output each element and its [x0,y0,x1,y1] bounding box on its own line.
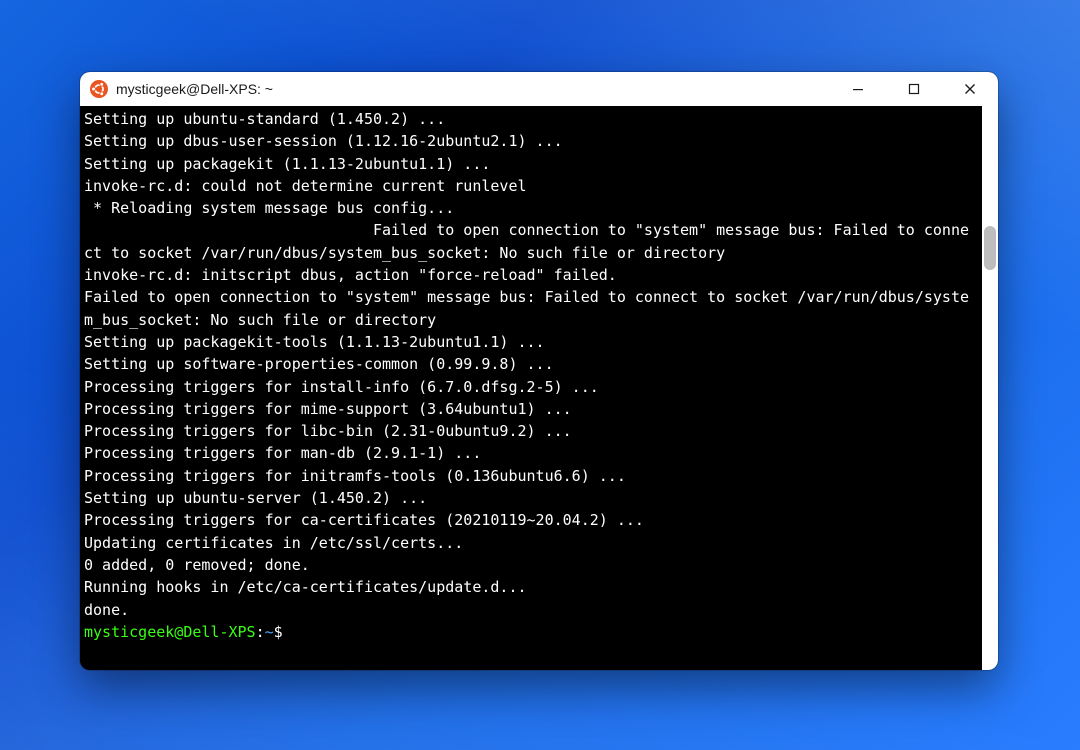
terminal-output[interactable]: Setting up ubuntu-standard (1.450.2) ...… [80,106,982,670]
window-titlebar[interactable]: mysticgeek@Dell-XPS: ~ [80,72,998,106]
prompt-line[interactable]: mysticgeek@Dell-XPS:~$ [84,621,978,643]
close-icon [964,83,976,95]
prompt-user-host: mysticgeek@Dell-XPS [84,623,256,641]
prompt-path: ~ [265,623,274,641]
window-title: mysticgeek@Dell-XPS: ~ [116,81,273,97]
desktop-background: mysticgeek@Dell-XPS: ~ [0,0,1080,750]
titlebar-left: mysticgeek@Dell-XPS: ~ [80,80,830,98]
prompt-separator: : [256,623,265,641]
maximize-button[interactable] [886,72,942,106]
terminal-window: mysticgeek@Dell-XPS: ~ [80,72,998,670]
minimize-icon [852,83,864,95]
window-controls [830,72,998,106]
minimize-button[interactable] [830,72,886,106]
close-button[interactable] [942,72,998,106]
scrollbar-track[interactable] [982,106,998,670]
terminal-area: Setting up ubuntu-standard (1.450.2) ...… [80,106,998,670]
ubuntu-icon [90,80,108,98]
prompt-symbol: $ [274,623,292,641]
maximize-icon [908,83,920,95]
scrollbar-thumb[interactable] [984,226,996,270]
